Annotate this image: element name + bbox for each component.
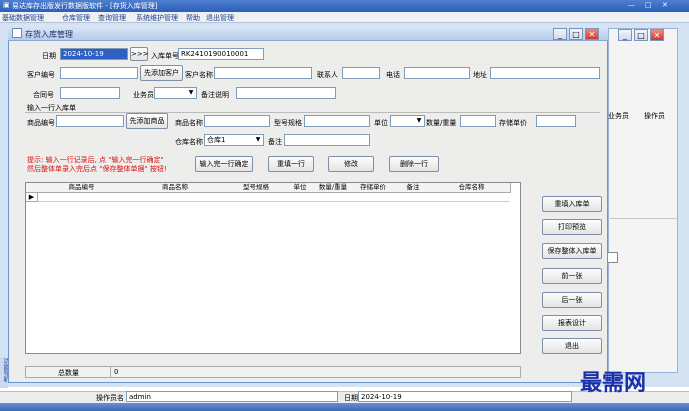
reset-receipt-button[interactable]: 重填入库单 [542,196,602,212]
menu-system[interactable]: 系统维护管理 [136,13,178,23]
note-input[interactable] [284,134,370,146]
warehouse-label: 仓库名称 [175,138,203,146]
next-record-button[interactable]: 后一张 [542,292,602,308]
total-label: 总数量 [58,369,79,377]
price-label: 存储单价 [499,119,527,127]
add-product-button[interactable]: 先添加商品 [126,113,168,129]
unit-label: 单位 [374,119,388,127]
menu-warehouse[interactable]: 仓库管理 [62,13,90,23]
menu-exit[interactable]: 退出管理 [206,13,234,23]
customer-name-input[interactable] [214,67,312,79]
customer-no-input[interactable] [60,67,138,79]
remark-label: 备注说明 [201,91,229,99]
contact-label: 联系人 [317,71,338,79]
receipt-no-input[interactable]: RK2410190010001 [178,48,264,60]
prev-record-button[interactable]: 前一张 [542,268,602,284]
bg-maximize-button[interactable]: □ [634,29,648,41]
qty-input[interactable] [460,115,496,127]
totals-bar [25,366,521,378]
bg-divider [608,218,678,219]
exit-button[interactable]: 退出 [542,338,602,354]
contact-input[interactable] [342,67,380,79]
address-label: 地址 [473,71,487,79]
product-no-input[interactable] [56,115,124,127]
hint-line-2: 然后整体单录入完后点 "保存整体单据" 按钮! [27,165,167,173]
address-input[interactable] [490,67,600,79]
app-minimize-button[interactable]: — [628,1,635,9]
unit-dropdown-icon[interactable]: ▼ [414,116,424,126]
date-label: 日期 [42,52,56,60]
app-titlebar: ▣ 易达库存出版发行数据版软件 - [存货入库管理] — □ ✕ [0,0,689,12]
table-row[interactable] [38,192,510,202]
watermark-logo: 最需网 [580,370,647,396]
left-nav-strip[interactable]: 功能导航 [0,358,9,388]
app-title: 易达库存出版发行数据版软件 - [存货入库管理] [12,2,158,10]
model-label: 型号规格 [274,119,302,127]
save-receipt-button[interactable]: 保存整体入库单 [542,243,602,259]
warehouse-dropdown-icon[interactable]: ▼ [253,135,263,145]
operator-label: 操作员名 [96,394,124,402]
current-row-marker-icon: ▶ [26,192,38,202]
date-input[interactable]: 2024-10-19 [60,48,128,60]
group-divider [25,112,600,113]
menu-basic-data[interactable]: 基础数据管理 [2,13,44,23]
add-customer-button[interactable]: 先添加客户 [140,65,183,81]
operator-value: admin [126,391,338,402]
app-icon: ▣ [3,1,10,9]
menu-help[interactable]: 帮助 [186,13,200,23]
phone-input[interactable] [404,67,470,79]
contract-input[interactable] [60,87,120,99]
bg-close-button[interactable]: ✕ [650,29,664,41]
print-preview-button[interactable]: 打印预览 [542,219,602,235]
product-no-label: 商品编号 [27,119,55,127]
window-maximize-button[interactable]: □ [569,28,583,40]
app-close-button[interactable]: ✕ [662,1,668,9]
date-nav-button[interactable]: >>> [130,47,149,61]
background-window [608,28,678,373]
phone-label: 电话 [386,71,400,79]
model-input[interactable] [304,115,370,127]
bg-col-salesman: 业务员 [608,112,629,120]
status-date-label: 日期 [344,394,358,402]
product-name-input[interactable] [204,115,270,127]
menu-bar: 基础数据管理 仓库管理 查询管理 系统维护管理 帮助 退出管理 [0,12,689,23]
salesman-label: 业务员 [133,91,154,99]
app-maximize-button[interactable]: □ [645,1,652,9]
price-input[interactable] [536,115,576,127]
refill-row-button[interactable]: 重填一行 [268,156,314,172]
window-icon [12,28,22,38]
confirm-row-button[interactable]: 输入完一行确定 [195,156,253,172]
receipt-no-label: 入库单号 [151,52,179,60]
customer-name-label: 客户名称 [185,71,213,79]
receipt-table[interactable]: 商品编号 商品名称 型号规格 单位 数量/重量 存储单价 备注 仓库名称 ▶ [25,182,521,354]
bg-minimize-button[interactable]: _ [618,29,632,41]
window-close-button[interactable]: ✕ [585,28,599,40]
salesman-dropdown-icon[interactable]: ▼ [186,88,196,98]
contract-label: 合同号 [33,91,54,99]
window-title: 存货入库管理 [25,30,73,39]
status-date-value: 2024-10-19 [358,391,572,402]
window-minimize-button[interactable]: _ [553,28,567,40]
product-name-label: 商品名称 [175,119,203,127]
customer-no-label: 客户编号 [27,71,55,79]
taskbar [0,403,689,411]
remark-input[interactable] [236,87,336,99]
delete-row-button[interactable]: 删除一行 [389,156,439,172]
edit-button[interactable]: 修改 [328,156,374,172]
bg-col-operator: 操作员 [644,112,665,120]
menu-query[interactable]: 查询管理 [98,13,126,23]
qty-label: 数量/重量 [426,119,457,127]
total-value: 0 [110,366,118,378]
note-label: 备注 [268,138,282,146]
inventory-window-titlebar [8,25,608,41]
report-design-button[interactable]: 报表设计 [542,315,602,331]
